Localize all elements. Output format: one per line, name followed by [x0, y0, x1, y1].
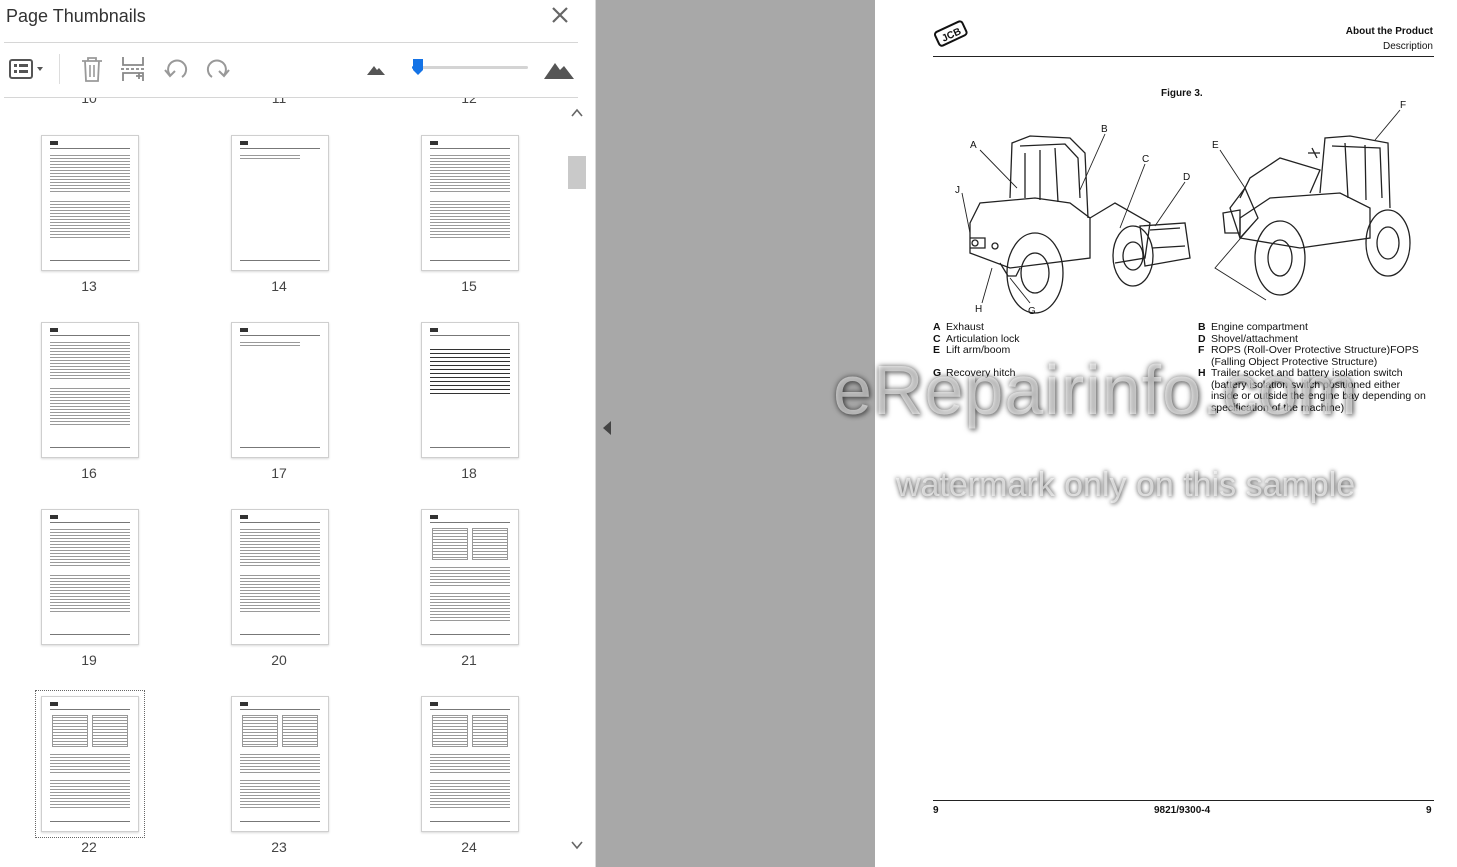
- footer-page-number-left: 9: [933, 805, 939, 816]
- thumbnail-image[interactable]: [421, 135, 519, 271]
- insert-pages-icon: [121, 57, 145, 81]
- zoom-out-thumbnails-button[interactable]: [364, 52, 388, 86]
- section-title: About the Product: [1345, 26, 1433, 37]
- rear-wheel-left: [1112, 225, 1154, 287]
- thumbnail-image[interactable]: [231, 509, 329, 645]
- scroll-down-icon[interactable]: [571, 840, 583, 850]
- thumbnail-page-number: 14: [271, 278, 287, 294]
- thumbnail-page-number: 20: [271, 652, 287, 668]
- thumbnail-image[interactable]: [35, 690, 145, 838]
- thumbnail-image[interactable]: [41, 135, 139, 271]
- front-wheel-right: [1254, 220, 1306, 296]
- rear-wheel-right: [1365, 209, 1411, 277]
- legend-text: Shovel/attachment: [1211, 332, 1298, 345]
- legend-text: Articulation lock: [946, 332, 1020, 345]
- delete-pages-button[interactable]: [76, 52, 108, 86]
- callout-h: H: [975, 304, 982, 315]
- callout-d: D: [1183, 172, 1190, 183]
- thumbnail-image[interactable]: [231, 322, 329, 458]
- redo-button[interactable]: [202, 52, 234, 86]
- thumbnail-page-number: 10: [81, 98, 97, 106]
- thumbnail-scrollbar[interactable]: [566, 104, 588, 861]
- thumbnail-page-number: 24: [461, 839, 477, 855]
- footer-page-number-right: 9: [1426, 805, 1432, 816]
- undo-button[interactable]: [160, 52, 192, 86]
- thumbnail-options-button[interactable]: [4, 52, 50, 86]
- thumbnail-image[interactable]: [421, 696, 519, 832]
- thumbnail-page-number: 23: [271, 839, 287, 855]
- watermark-sub: watermark only on this sample: [896, 466, 1356, 504]
- thumbnail-grid: 10 11 12 13 14 15 16 17 18 19 20 21 22 23 24: [0, 98, 566, 867]
- legend-key: B: [1198, 321, 1206, 333]
- zoom-in-thumbnails-button[interactable]: [542, 52, 576, 86]
- callout-a: A: [970, 140, 977, 151]
- page-thumbnails-panel: Page Thumbnails 10 11 12 13 14 15 16 17 …: [0, 0, 596, 867]
- thumbnail-options-icon: [9, 59, 43, 79]
- scrollbar-thumb[interactable]: [568, 156, 586, 189]
- close-panel-button[interactable]: [549, 4, 571, 26]
- thumbnail-page-number: 16: [81, 465, 97, 481]
- thumbnail-image[interactable]: [41, 322, 139, 458]
- callout-c: C: [1142, 154, 1149, 165]
- collapse-panel-arrow-icon[interactable]: [601, 420, 613, 436]
- jcb-logo: JCB: [934, 20, 968, 47]
- toolbar-divider: [59, 54, 60, 84]
- close-icon: [552, 7, 568, 23]
- thumbnail-page-number: 13: [81, 278, 97, 294]
- thumbnail-page-number: 12: [461, 98, 477, 106]
- large-mountain-icon: [544, 63, 574, 79]
- legend-text: Engine compartment: [1211, 321, 1308, 333]
- small-mountain-icon: [367, 66, 385, 75]
- thumbnail-image[interactable]: [231, 696, 329, 832]
- thumbnail-page-number: 17: [271, 465, 287, 481]
- insert-pages-button[interactable]: [116, 52, 150, 86]
- thumbnail-image[interactable]: [421, 509, 519, 645]
- loader-boom-right: [1239, 157, 1321, 199]
- panel-title: Page Thumbnails: [6, 6, 146, 26]
- thumbnail-page-number: 18: [461, 465, 477, 481]
- thumbnail-image[interactable]: [231, 135, 329, 271]
- thumbnail-page-number: 21: [461, 652, 477, 668]
- scroll-up-icon[interactable]: [571, 108, 583, 118]
- callout-e: E: [1212, 140, 1219, 151]
- watermark-main: eRepairinfo.com: [833, 351, 1358, 429]
- footer-rule: [933, 800, 1434, 801]
- undo-icon: [164, 59, 188, 78]
- section-subtitle: Description: [1382, 41, 1433, 52]
- thumbnail-page-number: 15: [461, 278, 477, 294]
- legend-key: A: [933, 321, 941, 333]
- title-divider: [4, 42, 578, 43]
- thumbnail-page-number: 11: [271, 98, 287, 106]
- thumbnail-page-number: 19: [81, 652, 97, 668]
- callout-b: B: [1101, 124, 1108, 135]
- footer-document-code: 9821/9300-4: [1154, 805, 1211, 816]
- loader-illustration: A B C D E F G H J: [955, 100, 1411, 317]
- legend-text: Exhaust: [946, 321, 984, 333]
- thumbnail-zoom-slider[interactable]: [412, 66, 528, 69]
- loader-cab-left: [1009, 135, 1089, 219]
- redo-icon: [206, 59, 230, 78]
- thumbnail-page-number: 22: [81, 839, 97, 855]
- trash-icon: [82, 57, 102, 82]
- callout-g: G: [1028, 306, 1036, 317]
- front-wheel-left: [1006, 232, 1064, 314]
- thumbnail-image[interactable]: [421, 322, 519, 458]
- callout-j: J: [955, 185, 960, 196]
- callout-f: F: [1400, 100, 1406, 111]
- header-rule: [933, 56, 1434, 57]
- zoom-slider-handle[interactable]: [412, 58, 424, 76]
- loader-body-right: [1239, 192, 1371, 249]
- thumbnail-image[interactable]: [41, 509, 139, 645]
